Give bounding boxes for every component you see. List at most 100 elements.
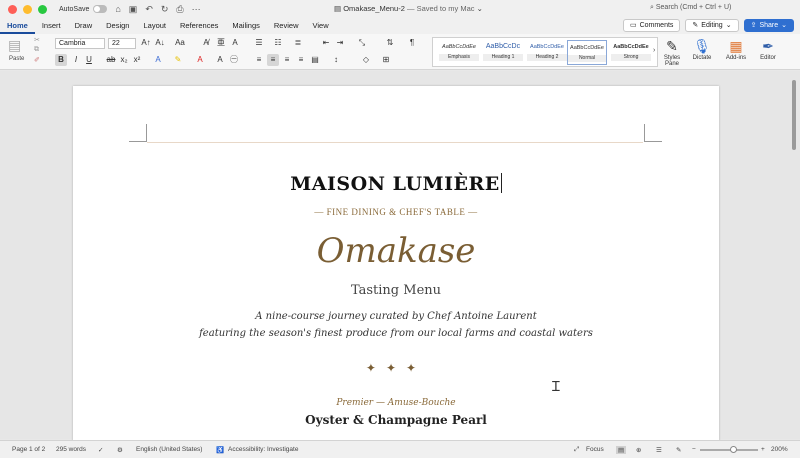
tab-insert[interactable]: Insert [35, 18, 68, 34]
tab-layout[interactable]: Layout [136, 18, 173, 34]
style-normal[interactable]: AaBbCcDdEe Normal [567, 40, 607, 65]
style-heading-2[interactable]: AaBbCcDdEe Heading 2 [527, 40, 567, 65]
style-strong[interactable]: AaBbCcDdEe Strong [611, 40, 651, 65]
proofing-icon[interactable]: ✓ [98, 446, 103, 454]
draft-view-icon[interactable]: ✎ [676, 446, 681, 454]
justify-icon[interactable]: ≡ [295, 54, 307, 66]
close-window-button[interactable] [8, 4, 17, 14]
align-left-icon[interactable]: ≡ [253, 54, 265, 66]
format-painter-icon[interactable]: ✐ [34, 56, 40, 64]
vertical-scrollbar[interactable] [792, 80, 796, 150]
tab-draw[interactable]: Draw [68, 18, 100, 34]
autosave-toggle[interactable] [93, 5, 108, 13]
focus-label[interactable]: Focus [586, 446, 604, 453]
font-name-select[interactable]: Cambria [55, 38, 105, 49]
distributed-icon[interactable]: ▤ [309, 54, 321, 66]
save-icon[interactable]: ▣ [129, 4, 138, 15]
zoom-slider[interactable] [700, 449, 758, 451]
text-direction-icon[interactable]: ⤡ [356, 37, 368, 49]
style-heading-1[interactable]: AaBbCcDc Heading 1 [483, 40, 523, 65]
align-center-icon[interactable]: ≡ [267, 54, 279, 66]
bold-button[interactable]: B [55, 54, 67, 66]
tab-home[interactable]: Home [0, 18, 35, 34]
editing-button[interactable]: ✎ Editing ⌄ [685, 19, 739, 32]
font-size-select[interactable]: 22 [108, 38, 136, 49]
description-line-2[interactable]: featuring the season's finest produce fr… [73, 328, 719, 339]
grow-font-icon[interactable]: A↑ [140, 37, 152, 49]
print-icon[interactable]: ⎙ [176, 4, 183, 15]
sort-icon[interactable]: ⇅ [384, 37, 396, 49]
document-title[interactable]: ▤ Omakase_Menu-2 — Saved to my Mac ⌄ [334, 4, 483, 13]
menu-title[interactable]: Omakase [73, 231, 719, 271]
cut-icon[interactable]: ✂ [34, 36, 40, 44]
chevron-right-icon[interactable]: › [653, 47, 655, 54]
tab-references[interactable]: References [173, 18, 225, 34]
styles-pane-button[interactable]: ✎ Styles Pane [660, 37, 684, 67]
redo-icon[interactable]: ↻ [161, 4, 169, 15]
print-layout-icon[interactable]: ▤ [616, 446, 627, 454]
minimize-window-button[interactable] [23, 4, 32, 14]
numbering-icon[interactable]: ☷ [272, 37, 284, 49]
comments-button[interactable]: ▭ Comments [622, 19, 681, 32]
tab-view[interactable]: View [305, 18, 335, 34]
zoom-in-icon[interactable]: + [761, 446, 765, 453]
zoom-slider-knob[interactable] [730, 446, 737, 453]
web-layout-icon[interactable]: ⊕ [636, 446, 641, 454]
change-case-icon[interactable]: Aa [174, 37, 186, 49]
editor-button[interactable]: ✒ Editor [755, 37, 781, 61]
decrease-indent-icon[interactable]: ⇤ [320, 37, 332, 49]
dictate-button[interactable]: 🎙︎ Dictate [690, 37, 714, 61]
style-emphasis[interactable]: AaBbCcDdEe Emphasis [439, 40, 479, 65]
italic-button[interactable]: I [70, 54, 82, 66]
show-formatting-icon[interactable]: ¶ [406, 37, 418, 49]
char-shading-icon[interactable]: A [214, 54, 226, 66]
shading-icon[interactable]: ◇ [360, 54, 372, 66]
highlight-icon[interactable]: ✎ [172, 54, 184, 66]
focus-icon[interactable]: ⤢ [574, 446, 579, 454]
multilevel-list-icon[interactable]: ≣ [292, 37, 304, 49]
subscript-button[interactable]: x₂ [118, 54, 130, 66]
zoom-window-button[interactable] [38, 4, 47, 14]
clear-format-icon[interactable]: A̸ [200, 37, 212, 49]
zoom-out-icon[interactable]: − [692, 446, 696, 453]
font-color-icon[interactable]: A [194, 54, 206, 66]
home-icon[interactable]: ⌂ [115, 4, 120, 15]
tab-design[interactable]: Design [99, 18, 136, 34]
shrink-font-icon[interactable]: A↓ [154, 37, 166, 49]
enclose-char-icon[interactable]: ㊀ [228, 54, 240, 66]
bullets-icon[interactable]: ☰ [253, 37, 265, 49]
word-count[interactable]: 295 words [56, 446, 86, 453]
phonetic-icon[interactable]: 亜 [215, 37, 227, 49]
search-box[interactable]: ⌕ Search (Cmd + Ctrl + U) [650, 4, 731, 12]
text-effects-icon[interactable]: A [152, 54, 164, 66]
zoom-level[interactable]: 200% [771, 446, 788, 453]
menu-subtitle[interactable]: Tasting Menu [73, 283, 719, 298]
increase-indent-icon[interactable]: ⇥ [334, 37, 346, 49]
page-count[interactable]: Page 1 of 2 [12, 446, 45, 453]
tab-review[interactable]: Review [267, 18, 306, 34]
dish-name[interactable]: Oyster & Champagne Pearl [73, 413, 719, 427]
more-icon[interactable]: ⋯ [192, 4, 201, 15]
accessibility-check-icon[interactable]: ⚙ [117, 446, 123, 454]
course-label[interactable]: Premier — Amuse-Bouche [73, 398, 719, 408]
strikethrough-button[interactable]: ab [105, 54, 117, 66]
tab-mailings[interactable]: Mailings [225, 18, 267, 34]
description-line-1[interactable]: A nine-course journey curated by Chef An… [73, 311, 719, 322]
borders-icon[interactable]: ⊞ [380, 54, 392, 66]
superscript-button[interactable]: x² [131, 54, 143, 66]
outline-view-icon[interactable]: ☰ [656, 446, 662, 454]
copy-icon[interactable]: ⧉ [34, 46, 39, 54]
underline-button[interactable]: U [83, 54, 95, 66]
line-spacing-icon[interactable]: ↕ [330, 54, 342, 66]
undo-icon[interactable]: ↶ [145, 4, 153, 15]
align-right-icon[interactable]: ≡ [281, 54, 293, 66]
accessibility-status[interactable]: Accessibility: Investigate [228, 446, 298, 453]
brand-heading[interactable]: MAISON LUMIÈRE [73, 173, 719, 195]
paste-icon[interactable]: ▤ [8, 37, 21, 54]
share-button[interactable]: ⇪ Share ⌄ [743, 19, 794, 32]
tagline[interactable]: — FINE DINING & CHEF'S TABLE — [73, 207, 719, 217]
document-page[interactable]: MAISON LUMIÈRE — FINE DINING & CHEF'S TA… [73, 86, 719, 446]
language[interactable]: English (United States) [136, 446, 202, 453]
addins-button[interactable]: ▦ Add-ins [722, 37, 750, 61]
border-char-icon[interactable]: A [229, 37, 241, 49]
